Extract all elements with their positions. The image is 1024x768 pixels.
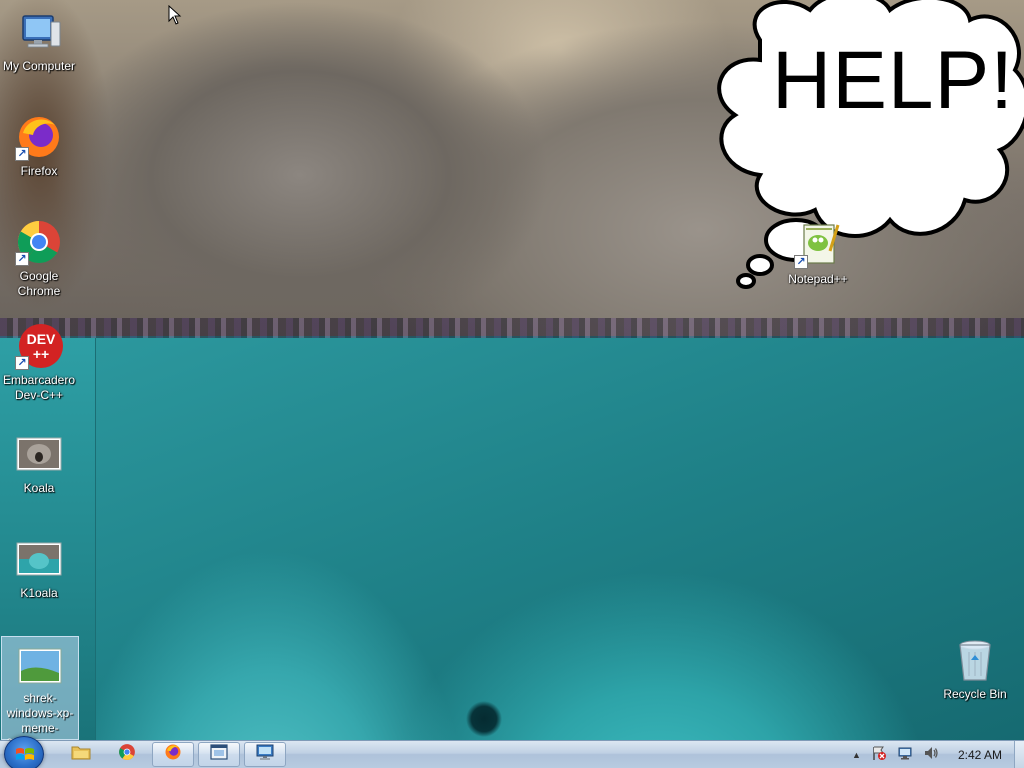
- image-file-icon: [16, 643, 64, 691]
- image-thumbnail-icon: [15, 535, 63, 583]
- system-tray: ▲ 2:42 AM: [847, 741, 1012, 768]
- desktop-icon-label: K1oala: [20, 586, 58, 600]
- shortcut-arrow-icon: ↗: [794, 255, 808, 269]
- chrome-icon: ↗: [15, 218, 63, 266]
- desktop-icon-k1oala[interactable]: K1oala: [0, 535, 78, 601]
- computer-icon: [15, 8, 63, 56]
- volume-icon[interactable]: [923, 745, 939, 764]
- desktop-icon-notepad-plus-plus[interactable]: ↗ Notepad++: [779, 221, 857, 287]
- desktop-icon-recycle-bin[interactable]: Recycle Bin: [936, 636, 1014, 702]
- wallpaper-koala-lower-teal: [0, 336, 1024, 740]
- taskbar-window-button[interactable]: [198, 742, 240, 767]
- taskbar-chrome-button[interactable]: [106, 742, 148, 767]
- desktop-icon-koala[interactable]: Koala: [0, 430, 78, 496]
- desktop-icon-google-chrome[interactable]: ↗ Google Chrome: [0, 218, 78, 299]
- desktop-icon-label: My Computer: [2, 59, 76, 73]
- folder-icon: [71, 743, 91, 766]
- monitor-icon: [256, 743, 274, 766]
- show-hidden-icons-button[interactable]: ▲: [852, 750, 861, 760]
- wallpaper-glitch-band: [0, 318, 1024, 338]
- desktop-icon-label: Recycle Bin: [943, 687, 1007, 701]
- clock[interactable]: 2:42 AM: [958, 748, 1002, 762]
- shortcut-arrow-icon: ↗: [15, 252, 29, 266]
- network-icon[interactable]: [897, 745, 913, 764]
- help-text: HELP!: [772, 35, 1014, 126]
- window-icon: [210, 744, 228, 765]
- svg-text:DEV: DEV: [27, 331, 56, 347]
- firefox-icon: [164, 743, 182, 766]
- desktop-icon-label: Embarcadero Dev-C++: [2, 373, 76, 402]
- taskbar-remote-desktop-button[interactable]: [244, 742, 286, 767]
- desktop-icon-dev-cpp[interactable]: DEV ++ ↗ Embarcadero Dev-C++: [0, 322, 78, 403]
- show-desktop-button[interactable]: [1014, 741, 1024, 768]
- action-center-flag-icon[interactable]: [871, 745, 887, 764]
- image-thumbnail-icon: [15, 430, 63, 478]
- desktop-icon-label: Koala: [23, 481, 55, 495]
- chrome-icon: [118, 743, 136, 766]
- desktop-icon-label: Firefox: [20, 164, 58, 178]
- recycle-bin-icon: [951, 636, 999, 684]
- windows-logo-icon: [15, 746, 35, 764]
- notepadpp-icon: ↗: [794, 221, 842, 269]
- shortcut-arrow-icon: ↗: [15, 147, 29, 161]
- taskbar-explorer-button[interactable]: [60, 742, 102, 767]
- start-button[interactable]: [4, 736, 44, 768]
- help-thought-bubble: HELP!: [700, 0, 1024, 300]
- desktop-icon-my-computer[interactable]: My Computer: [0, 8, 78, 74]
- desktop-icon-shrek-image[interactable]: shrek-windows-xp-meme-67qdnowzoe: [1, 636, 79, 750]
- taskbar-firefox-button[interactable]: [152, 742, 194, 767]
- desktop-icon-firefox[interactable]: ↗ Firefox: [0, 113, 78, 179]
- svg-text:++: ++: [33, 346, 49, 362]
- taskbar: ▲ 2:42 AM: [0, 736, 1024, 768]
- desktop-icon-label: Notepad++: [788, 272, 848, 286]
- firefox-icon: ↗: [15, 113, 63, 161]
- shortcut-arrow-icon: ↗: [15, 356, 29, 370]
- mouse-pointer-icon: [168, 4, 182, 25]
- desktop-icon-label: Google Chrome: [17, 269, 61, 298]
- devcpp-icon: DEV ++ ↗: [15, 322, 63, 370]
